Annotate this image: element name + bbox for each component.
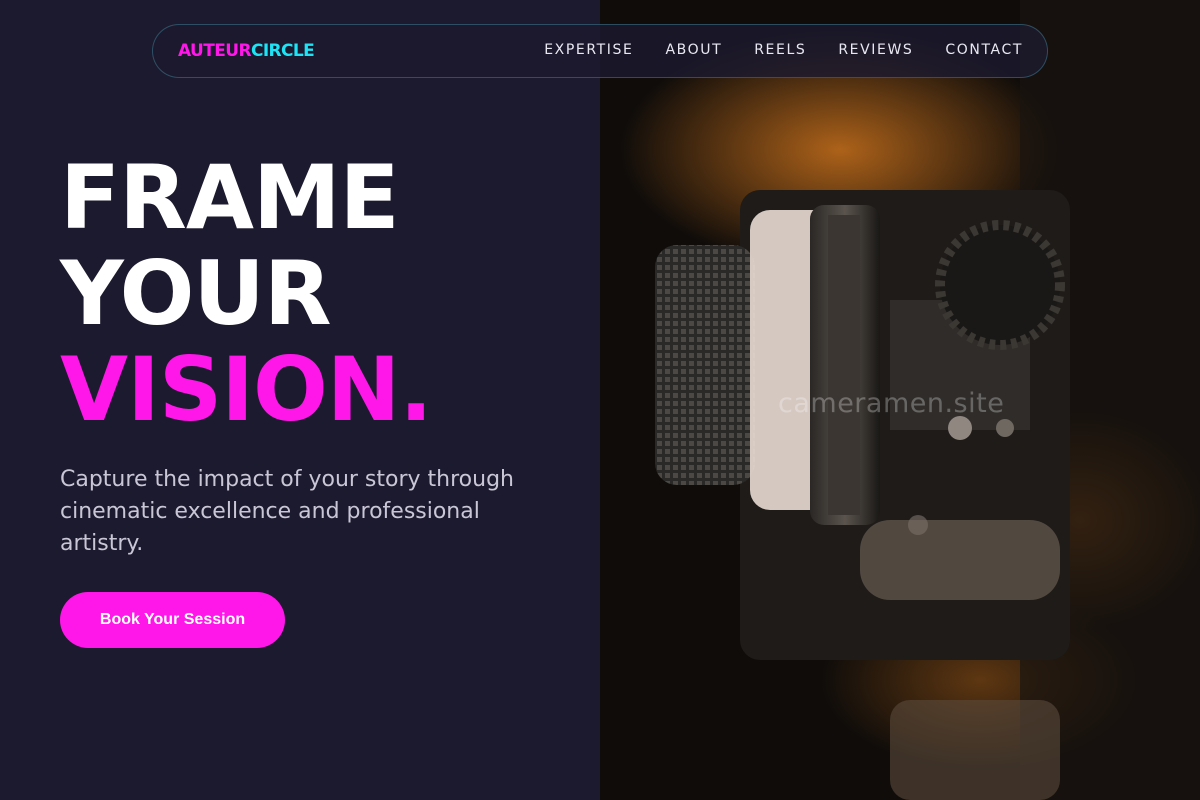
hero-title: FRAME YOUR VISION. [60,146,433,441]
nav-link-reels[interactable]: REELS [754,42,806,58]
nav-link-contact[interactable]: CONTACT [945,42,1023,58]
nav-link-expertise[interactable]: EXPERTISE [544,42,633,58]
brand-logo-part2: CIRCLE [250,41,315,61]
top-navbar: AUTEURCIRCLE EXPERTISE ABOUT REELS REVIE… [152,24,1048,78]
brand-logo-part1: AUTEUR [178,41,252,61]
hero-camera-image: cameramen.site [600,0,1200,800]
brand-logo[interactable]: AUTEURCIRCLE [178,41,315,61]
hero-subtitle: Capture the impact of your story through… [60,467,514,556]
watermark-text: cameramen.site [778,388,1005,419]
hero-title-line2: YOUR [60,242,332,345]
nav-link-about[interactable]: ABOUT [665,42,722,58]
hero-title-line3: VISION. [60,338,433,441]
hero-title-line1: FRAME [60,146,400,249]
book-session-button[interactable]: Book Your Session [60,592,285,648]
nav-links: EXPERTISE ABOUT REELS REVIEWS CONTACT [544,42,1023,58]
nav-link-reviews[interactable]: REVIEWS [838,42,913,58]
